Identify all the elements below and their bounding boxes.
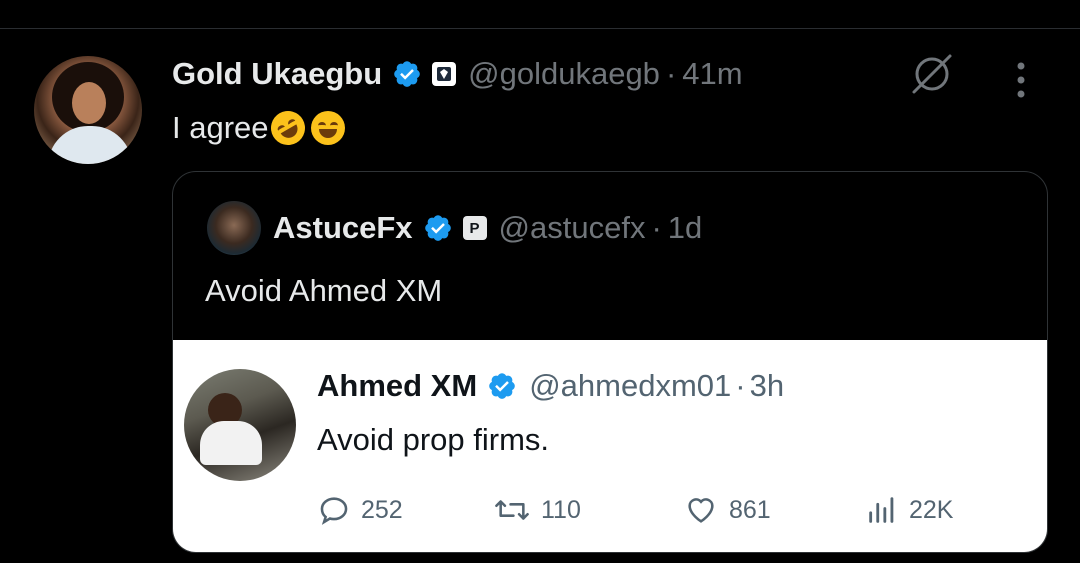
- embedded-tweet-text: Avoid prop firms.: [317, 422, 550, 457]
- quote-text: Avoid Ahmed XM: [205, 273, 443, 308]
- tweet-text-row: I agree: [172, 104, 345, 152]
- reply-count-label: 252: [361, 495, 403, 524]
- reply-count: 252: [317, 490, 403, 530]
- separator: ·: [651, 210, 662, 245]
- grinning-squinting-emoji-icon: [310, 111, 345, 145]
- rolling-laughing-emoji-icon: [264, 104, 311, 152]
- avatar-astucefx[interactable]: [207, 201, 261, 255]
- quoted-tweet-card[interactable]: AstuceFx P @astucefx · 1d Avoid Ahmed XM…: [172, 171, 1048, 553]
- embedded-timestamp: 3h: [749, 368, 785, 403]
- retweet-count: 110: [493, 490, 581, 530]
- view-count-label: 22K: [909, 495, 954, 524]
- embedded-header: Ahmed XM @ahmedxm01 · 3h: [317, 366, 784, 406]
- reply-icon: [320, 497, 348, 525]
- quote-author-handle[interactable]: @astucefx: [499, 210, 646, 246]
- affiliate-badge-icon: P: [462, 216, 487, 240]
- retweet-icon: [495, 500, 529, 520]
- embedded-action-bar: 252 110 861 22K: [317, 490, 1017, 530]
- verified-badge-icon: [424, 215, 451, 241]
- embedded-tweet-screenshot: Ahmed XM @ahmedxm01 · 3h Avoid prop firm…: [173, 340, 1047, 552]
- embedded-author-name: Ahmed XM: [317, 368, 478, 403]
- retweet-count-label: 110: [541, 495, 581, 524]
- grok-icon[interactable]: [908, 50, 956, 98]
- tweet-header: Gold Ukaegbu @goldukaegb · 41m: [172, 54, 743, 94]
- separator: ·: [735, 368, 746, 403]
- author-handle[interactable]: @goldukaegb: [468, 56, 660, 92]
- quote-author-name[interactable]: AstuceFx: [273, 210, 413, 246]
- more-options-icon[interactable]: [1014, 60, 1028, 100]
- avatar-gold-ukaegbu[interactable]: [34, 56, 142, 164]
- quote-header: AstuceFx P @astucefx · 1d: [273, 208, 702, 248]
- view-count: 22K: [865, 490, 953, 530]
- verified-badge-icon: [489, 373, 515, 399]
- avatar-ahmed-xm: [184, 369, 296, 481]
- separator: ·: [665, 56, 677, 91]
- like-count-label: 861: [729, 495, 771, 524]
- tweet-text: I agree: [172, 110, 269, 145]
- divider: [0, 28, 1080, 29]
- verified-badge-icon: [394, 61, 420, 87]
- quote-timestamp[interactable]: 1d: [668, 210, 702, 246]
- author-name[interactable]: Gold Ukaegbu: [172, 56, 382, 92]
- views-icon: [869, 497, 894, 523]
- heart-icon: [688, 498, 714, 523]
- like-count: 861: [683, 490, 771, 530]
- affiliate-badge-icon: [432, 62, 457, 86]
- embedded-author-handle: @ahmedxm01: [529, 368, 732, 403]
- timestamp[interactable]: 41m: [682, 56, 742, 92]
